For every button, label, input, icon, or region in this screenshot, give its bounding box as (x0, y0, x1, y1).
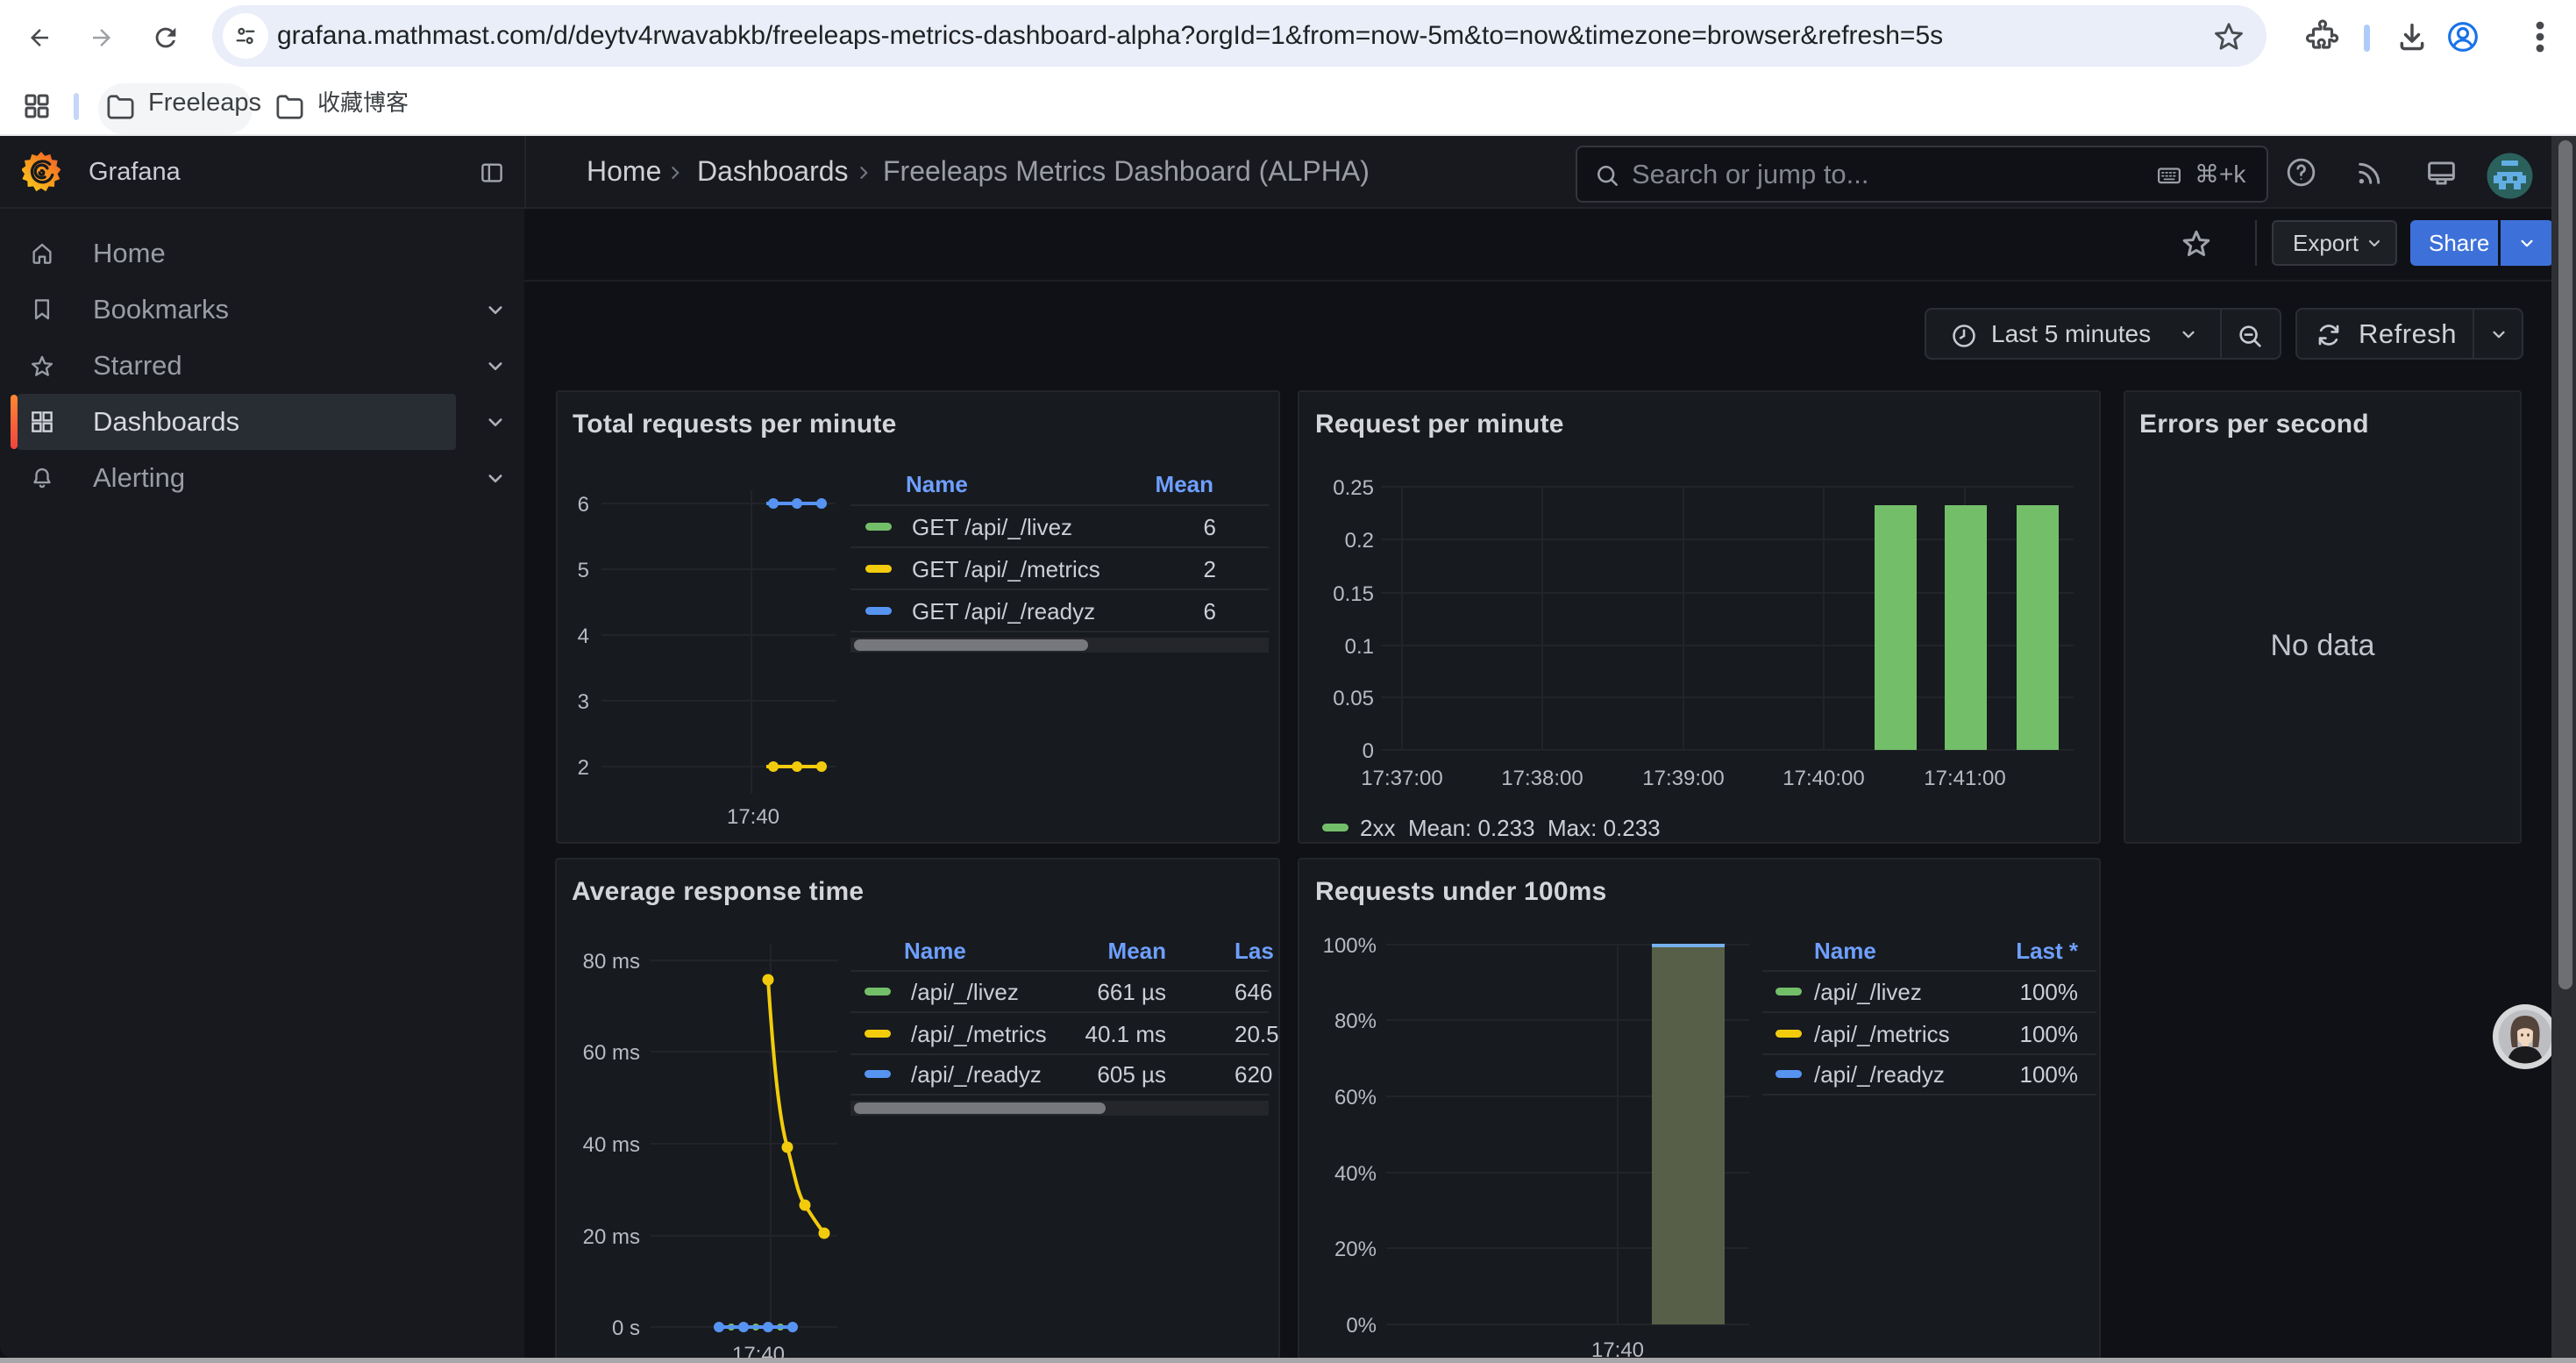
svg-text:80%: 80% (1334, 1010, 1377, 1033)
svg-text:661 µs: 661 µs (1097, 979, 1166, 1005)
svg-text:17:37:00: 17:37:00 (1361, 767, 1442, 790)
svg-text:0%: 0% (1346, 1314, 1377, 1338)
svg-text:/api/_/livez: /api/_/livez (911, 979, 1019, 1005)
svg-text:/api/_/readyz: /api/_/readyz (1814, 1061, 1945, 1088)
svg-text:GET /api/_/metrics: GET /api/_/metrics (912, 556, 1100, 582)
svg-text:20.5 r: 20.5 r (1235, 1021, 1278, 1047)
svg-text:60 ms: 60 ms (583, 1041, 640, 1065)
svg-text:17:39:00: 17:39:00 (1642, 767, 1724, 790)
svg-text:100%: 100% (2020, 1061, 2079, 1088)
svg-text:2: 2 (578, 756, 589, 780)
svg-text:0 s: 0 s (612, 1317, 640, 1340)
svg-text:GET /api/_/livez: GET /api/_/livez (912, 514, 1072, 540)
svg-text:Max: 0.233: Max: 0.233 (1548, 815, 1661, 841)
svg-text:40.1 ms: 40.1 ms (1085, 1021, 1167, 1047)
svg-text:100%: 100% (2020, 1021, 2079, 1047)
svg-text:/api/_/metrics: /api/_/metrics (911, 1021, 1047, 1047)
svg-text:/api/_/metrics: /api/_/metrics (1814, 1021, 1950, 1047)
svg-text:Name: Name (1814, 938, 1876, 964)
svg-text:60%: 60% (1334, 1086, 1377, 1110)
svg-text:80 ms: 80 ms (583, 950, 640, 974)
svg-text:17:38:00: 17:38:00 (1501, 767, 1583, 790)
svg-text:100%: 100% (1323, 934, 1377, 958)
svg-text:Mean: Mean (1108, 938, 1166, 964)
svg-text:Mean: Mean (1156, 471, 1213, 497)
svg-text:5: 5 (578, 559, 589, 582)
svg-text:GET /api/_/readyz: GET /api/_/readyz (912, 598, 1095, 624)
svg-text:0.25: 0.25 (1333, 476, 1374, 500)
svg-text:/api/_/readyz: /api/_/readyz (911, 1061, 1042, 1088)
svg-text:40%: 40% (1334, 1162, 1377, 1186)
svg-text:0.1: 0.1 (1345, 635, 1374, 659)
svg-text:20%: 20% (1334, 1238, 1377, 1261)
svg-text:2: 2 (1204, 556, 1216, 582)
svg-text:605 µs: 605 µs (1097, 1061, 1166, 1088)
svg-text:17:40:00: 17:40:00 (1783, 767, 1864, 790)
svg-text:40 ms: 40 ms (583, 1133, 640, 1157)
svg-text:0.2: 0.2 (1345, 529, 1374, 553)
svg-text:17:41:00: 17:41:00 (1924, 767, 2005, 790)
svg-text:/api/_/livez: /api/_/livez (1814, 979, 1922, 1005)
svg-text:646: 646 (1235, 979, 1272, 1005)
svg-text:100%: 100% (2020, 979, 2079, 1005)
svg-text:0.15: 0.15 (1333, 582, 1374, 606)
svg-text:6: 6 (1204, 598, 1216, 624)
svg-text:17:40: 17:40 (727, 805, 779, 829)
svg-text:Last *: Last * (2016, 938, 2079, 964)
svg-text:2xx: 2xx (1360, 815, 1395, 841)
svg-text:6: 6 (578, 493, 589, 517)
svg-text:20 ms: 20 ms (583, 1225, 640, 1249)
svg-text:Name: Name (906, 471, 968, 497)
svg-text:3: 3 (578, 690, 589, 714)
svg-text:6: 6 (1204, 514, 1216, 540)
svg-text:0.05: 0.05 (1333, 687, 1374, 710)
svg-text:Mean: 0.233: Mean: 0.233 (1408, 815, 1535, 841)
svg-text:Las: Las (1235, 938, 1274, 964)
svg-text:620: 620 (1235, 1061, 1272, 1088)
svg-text:0: 0 (1363, 739, 1374, 763)
svg-text:Name: Name (904, 938, 966, 964)
svg-text:4: 4 (578, 624, 589, 648)
